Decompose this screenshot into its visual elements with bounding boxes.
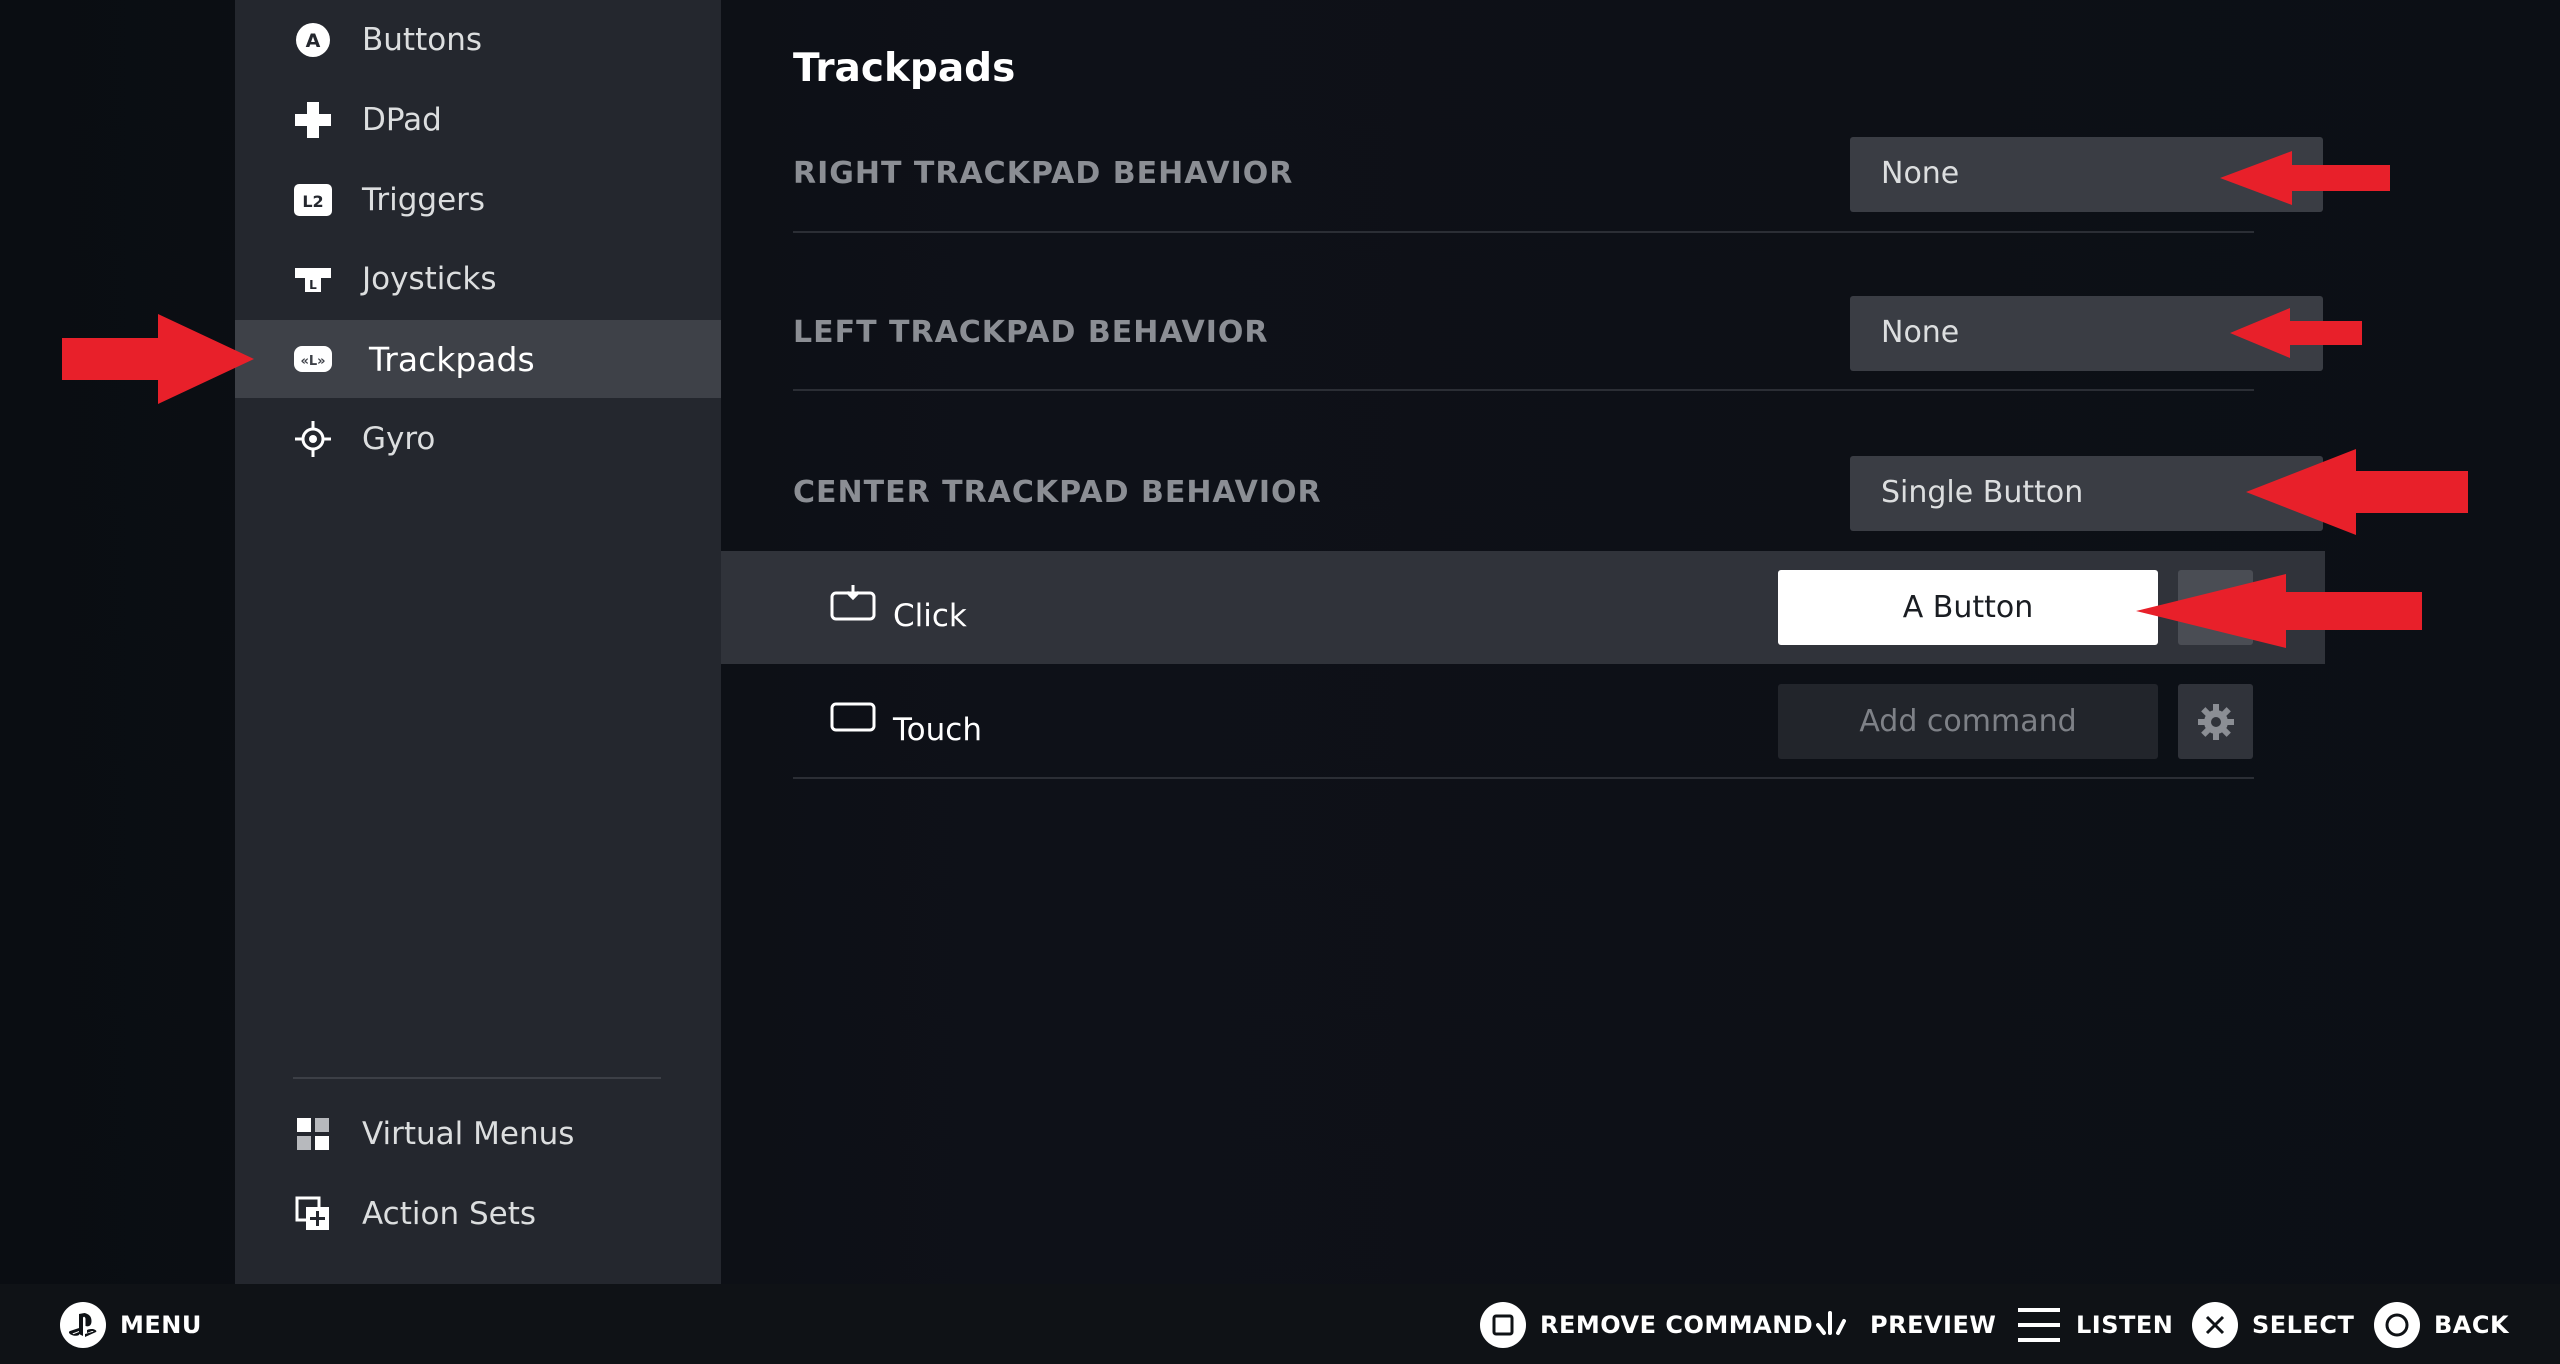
- sidebar-item-label: DPad: [362, 102, 442, 138]
- sidebar-item-label: Virtual Menus: [362, 1116, 575, 1152]
- sidebar-item-label: Trackpads: [369, 339, 535, 379]
- footer-menu[interactable]: MENU: [60, 1302, 202, 1348]
- footer-preview[interactable]: PREVIEW: [1812, 1302, 1996, 1348]
- footer-select[interactable]: SELECT: [2192, 1302, 2354, 1348]
- action-sets-icon: [291, 1192, 335, 1236]
- sidebar-item-virtual-menus[interactable]: Virtual Menus: [235, 1095, 721, 1173]
- grid-icon: [291, 1112, 335, 1156]
- annotation-arrow-sidebar: [62, 314, 254, 404]
- sidebar-divider: [293, 1077, 661, 1079]
- square-button-icon: [1480, 1302, 1526, 1348]
- l2-trigger-icon: L2: [291, 178, 335, 222]
- sidebar-item-trackpads[interactable]: «L» Trackpads: [235, 320, 721, 398]
- annotation-arrow-left-trackpad: [2230, 308, 2362, 358]
- sidebar-item-action-sets[interactable]: Action Sets: [235, 1175, 721, 1253]
- sidebar-item-gyro[interactable]: Gyro: [235, 400, 721, 478]
- footer-label: BACK: [2434, 1311, 2510, 1339]
- sidebar-item-dpad[interactable]: DPad: [235, 81, 721, 159]
- dropdown-value: None: [1881, 156, 1960, 191]
- touch-settings-button[interactable]: [2178, 684, 2253, 759]
- menu-lines-icon: [2018, 1308, 2060, 1342]
- dpad-icon: [291, 98, 335, 142]
- touch-add-command-button[interactable]: Add command: [1778, 684, 2158, 759]
- click-command-button[interactable]: A Button: [1778, 570, 2158, 645]
- setting-row-center-trackpad: CENTER TRACKPAD BEHAVIOR Single Button: [793, 393, 2323, 551]
- footer-hints: MENU REMOVE COMMAND PREVIEW LISTEN SELEC…: [0, 1284, 2560, 1364]
- annotation-arrow-center-trackpad: [2246, 449, 2468, 535]
- sidebar-item-buttons[interactable]: A Buttons: [235, 1, 721, 79]
- joystick-icon: L: [291, 257, 335, 301]
- dropdown-value: Single Button: [1881, 475, 2084, 510]
- svg-text:«L»: «L»: [300, 354, 325, 369]
- footer-back[interactable]: BACK: [2374, 1302, 2509, 1348]
- setting-row-left-trackpad: LEFT TRACKPAD BEHAVIOR None: [793, 233, 2323, 391]
- svg-text:A: A: [306, 30, 321, 52]
- dropdown-value: None: [1881, 315, 1960, 350]
- sidebar-item-label: Joysticks: [362, 261, 497, 297]
- annotation-arrow-click-binding: [2136, 574, 2422, 648]
- footer-label: LISTEN: [2076, 1311, 2174, 1339]
- setting-label: RIGHT TRACKPAD BEHAVIOR: [793, 156, 1294, 191]
- trackpad-touch-icon: [830, 702, 876, 736]
- gyro-icon: [291, 417, 335, 461]
- annotation-arrow-right-trackpad: [2220, 151, 2390, 205]
- row-divider: [793, 777, 2254, 779]
- footer-label: PREVIEW: [1870, 1311, 1997, 1339]
- footer-listen[interactable]: LISTEN: [2016, 1302, 2173, 1348]
- a-button-icon: A: [291, 18, 335, 62]
- footer-label: SELECT: [2252, 1311, 2355, 1339]
- sidebar-item-triggers[interactable]: L2 Triggers: [235, 161, 721, 239]
- preview-icon: [1816, 1311, 1846, 1335]
- setting-label: CENTER TRACKPAD BEHAVIOR: [793, 475, 1322, 510]
- sidebar-item-label: Triggers: [362, 182, 486, 218]
- controller-config-screen: A Buttons DPad L2 Triggers L Joysticks «…: [0, 0, 2560, 1364]
- setting-row-right-trackpad: RIGHT TRACKPAD BEHAVIOR None: [793, 75, 2323, 233]
- sidebar-item-label: Action Sets: [362, 1196, 536, 1232]
- binding-label: Touch: [893, 712, 982, 748]
- sidebar-item-label: Gyro: [362, 421, 436, 457]
- circle-button-icon: [2374, 1302, 2420, 1348]
- gear-icon: [2197, 703, 2234, 740]
- trackpad-icon: «L»: [291, 337, 335, 381]
- cross-button-icon: [2192, 1302, 2238, 1348]
- setting-label: LEFT TRACKPAD BEHAVIOR: [793, 315, 1269, 350]
- footer-label: MENU: [120, 1311, 202, 1339]
- footer-label: REMOVE COMMAND: [1540, 1311, 1814, 1339]
- svg-text:L2: L2: [302, 192, 323, 211]
- sidebar-item-joysticks[interactable]: L Joysticks: [235, 240, 721, 318]
- binding-label: Click: [893, 598, 967, 634]
- trackpad-click-icon: [830, 585, 876, 621]
- sidebar-item-label: Buttons: [362, 22, 482, 58]
- playstation-icon: [60, 1302, 106, 1348]
- footer-remove-command[interactable]: REMOVE COMMAND: [1480, 1302, 1813, 1348]
- sidebar: A Buttons DPad L2 Triggers L Joysticks «…: [235, 0, 721, 1284]
- svg-text:L: L: [309, 278, 317, 292]
